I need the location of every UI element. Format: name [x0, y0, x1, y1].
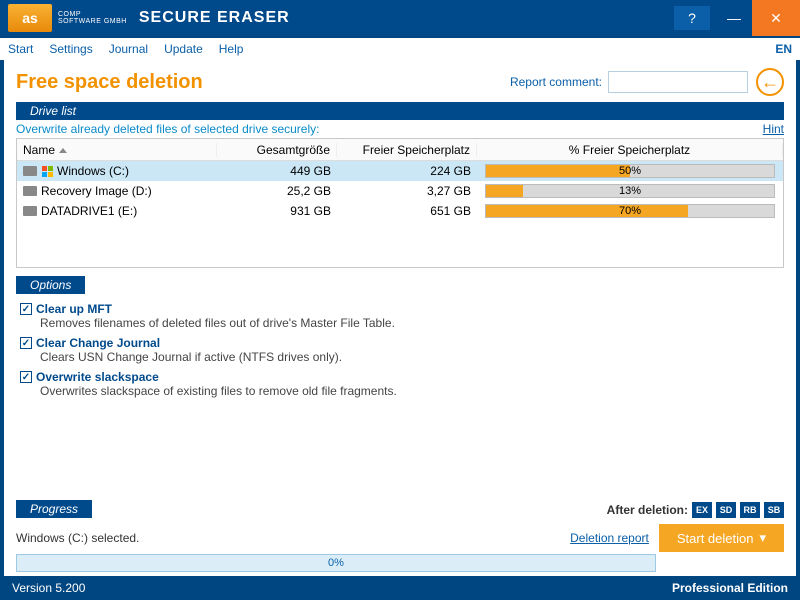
report-comment-label: Report comment:	[510, 75, 602, 89]
pct-bar: 70 %	[485, 204, 775, 218]
start-deletion-button[interactable]: Start deletion ▾	[659, 524, 784, 552]
progress-tab: Progress	[16, 500, 92, 518]
drive-total-size: 931 GB	[217, 204, 337, 218]
after-btn-sb[interactable]: SB	[764, 502, 784, 518]
drive-total-size: 449 GB	[217, 164, 337, 178]
option-desc: Clears USN Change Journal if active (NTF…	[40, 350, 784, 364]
progress-bar: 0%	[16, 554, 656, 572]
after-btn-sd[interactable]: SD	[716, 502, 736, 518]
page-title: Free space deletion	[16, 71, 203, 94]
drive-free-space: 224 GB	[337, 164, 477, 178]
option-checkbox[interactable]: ✓	[20, 303, 32, 315]
deletion-report-link[interactable]: Deletion report	[570, 531, 649, 545]
report-comment-input[interactable]	[608, 71, 748, 93]
table-row[interactable]: Recovery Image (D:) 25,2 GB3,27 GB 13 %	[17, 181, 783, 201]
table-header: Name Gesamtgröße Freier Speicherplatz % …	[17, 139, 783, 161]
pct-bar: 13 %	[485, 184, 775, 198]
pct-label: 70	[619, 205, 631, 217]
menubar: Start Settings Journal Update Help EN	[0, 36, 800, 60]
pct-bar: 50 %	[485, 164, 775, 178]
close-button[interactable]: ✕	[752, 0, 800, 36]
logo-box: as	[8, 4, 52, 32]
titlebar: as COMP SOFTWARE GMBH SECURE ERASER ? — …	[0, 0, 800, 36]
drive-name: Recovery Image (D:)	[41, 184, 152, 198]
col-name[interactable]: Name	[17, 143, 217, 157]
progress-status: Windows (C:) selected.	[16, 531, 139, 545]
option-checkbox[interactable]: ✓	[20, 337, 32, 349]
app-title: SECURE ERASER	[139, 9, 290, 27]
after-btn-ex[interactable]: EX	[692, 502, 712, 518]
pct-label: 13	[619, 185, 631, 197]
table-row[interactable]: DATADRIVE1 (E:) 931 GB651 GB 70 %	[17, 201, 783, 221]
menu-journal[interactable]: Journal	[109, 42, 148, 56]
drive-list-tab: Drive list	[16, 102, 784, 120]
menu-update[interactable]: Update	[164, 42, 203, 56]
menu-start[interactable]: Start	[8, 42, 33, 56]
option-desc: Overwrites slackspace of existing files …	[40, 384, 784, 398]
chevron-down-icon: ▾	[759, 530, 766, 546]
drive-name: Windows (C:)	[57, 164, 129, 178]
drive-icon	[23, 206, 37, 216]
windows-icon	[41, 165, 53, 177]
hint-link[interactable]: Hint	[763, 122, 784, 136]
col-size[interactable]: Gesamtgröße	[217, 143, 337, 157]
help-button[interactable]: ?	[674, 6, 710, 30]
version-label: Version 5.200	[12, 581, 85, 595]
drive-table: Name Gesamtgröße Freier Speicherplatz % …	[16, 138, 784, 268]
col-pct[interactable]: % Freier Speicherplatz	[477, 143, 783, 157]
drive-name: DATADRIVE1 (E:)	[41, 204, 137, 218]
drive-free-space: 651 GB	[337, 204, 477, 218]
content-area: Free space deletion Report comment: ← Dr…	[0, 60, 800, 576]
option-label: Clear Change Journal	[36, 336, 160, 350]
option-checkbox[interactable]: ✓	[20, 371, 32, 383]
footer: Version 5.200 Professional Edition	[0, 576, 800, 600]
options-tab: Options	[16, 276, 85, 294]
back-button[interactable]: ←	[756, 68, 784, 96]
option-label: Clear up MFT	[36, 302, 112, 316]
drive-icon	[23, 166, 37, 176]
col-free[interactable]: Freier Speicherplatz	[337, 143, 477, 157]
table-row[interactable]: Windows (C:) 449 GB224 GB 50 %	[17, 161, 783, 181]
drive-free-space: 3,27 GB	[337, 184, 477, 198]
minimize-button[interactable]: —	[716, 6, 752, 30]
sort-indicator-icon	[59, 148, 67, 153]
menu-help[interactable]: Help	[219, 42, 244, 56]
menu-settings[interactable]: Settings	[49, 42, 92, 56]
drive-list-subtitle: Overwrite already deleted files of selec…	[16, 122, 319, 136]
drive-icon	[23, 186, 37, 196]
edition-label: Professional Edition	[672, 581, 788, 595]
option-desc: Removes filenames of deleted files out o…	[40, 316, 784, 330]
pct-label: 50	[619, 165, 631, 177]
after-btn-rb[interactable]: RB	[740, 502, 760, 518]
drive-total-size: 25,2 GB	[217, 184, 337, 198]
logo-sub-2: SOFTWARE GMBH	[58, 18, 127, 25]
app-logo: as COMP SOFTWARE GMBH	[8, 4, 127, 32]
after-deletion-label: After deletion:	[607, 503, 688, 517]
option-label: Overwrite slackspace	[36, 370, 159, 384]
logo-sub-1: COMP	[58, 11, 127, 18]
language-toggle[interactable]: EN	[775, 42, 792, 56]
